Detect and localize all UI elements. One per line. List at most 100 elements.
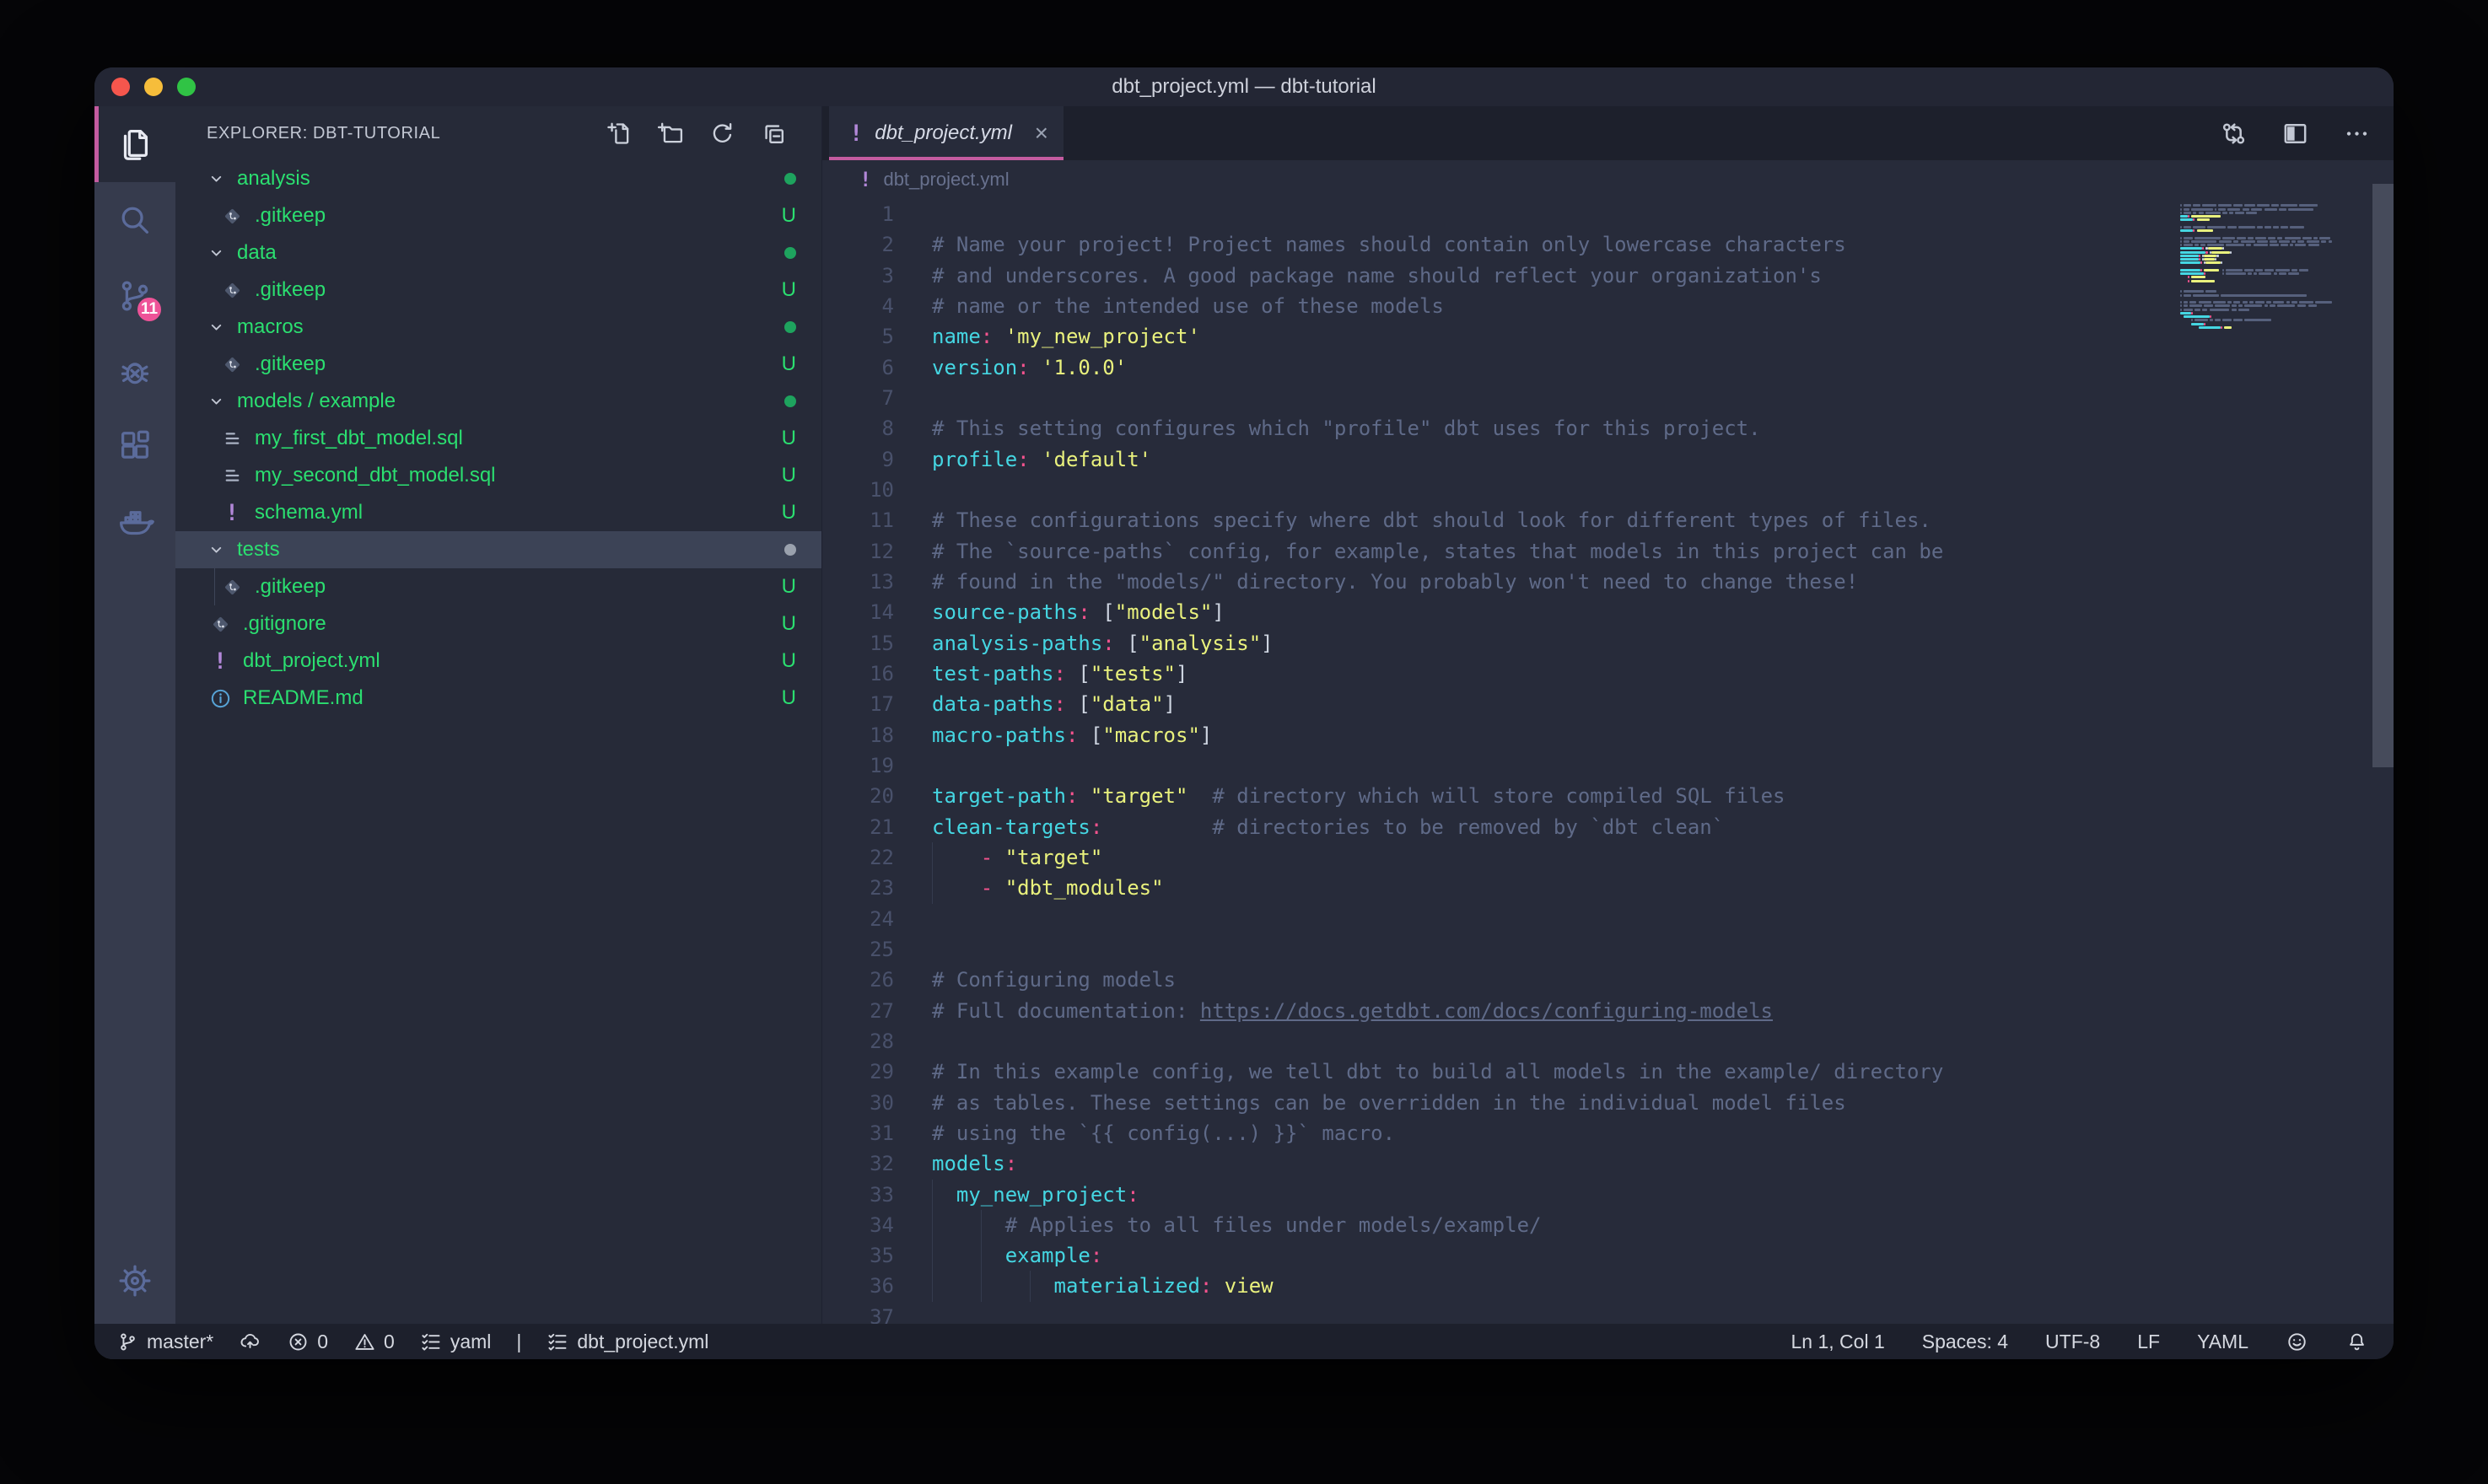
line-number: 17 (822, 689, 894, 719)
zoom-window-button[interactable] (177, 78, 196, 96)
code-text: - "dbt_modules" (932, 876, 1164, 900)
git-status-dot (784, 247, 796, 259)
tree-item-dbt-project-yml[interactable]: !dbt_project.ymlU (175, 643, 821, 680)
code-line-4: 4# name or the intended use of these mod… (822, 291, 2394, 321)
tree-item-label: .gitkeep (255, 352, 821, 376)
code-editor[interactable]: 12# Name your project! Project names sho… (822, 199, 2394, 1324)
activity-item-search[interactable] (94, 182, 175, 258)
editor-scrollbar[interactable] (2372, 184, 2394, 767)
status-yaml[interactable]: yaml (420, 1331, 492, 1353)
tree-item-data[interactable]: data (175, 234, 821, 272)
status-cloud-upload[interactable] (239, 1331, 261, 1353)
git-icon (219, 205, 245, 228)
code-text: example: (932, 1244, 1102, 1267)
tree-item--gitignore[interactable]: .gitignoreU (175, 605, 821, 643)
line-number: 34 (822, 1210, 894, 1240)
code-line-12: 12# The `source-paths` config, for examp… (822, 536, 2394, 567)
activity-item-debug[interactable] (94, 334, 175, 410)
checklist-icon (547, 1331, 569, 1353)
tree-item--gitkeep[interactable]: .gitkeepU (175, 197, 821, 234)
code-text: # using the `{{ config(...) }}` macro. (932, 1121, 1395, 1145)
tab-dbt-project-yml[interactable]: ! dbt_project.yml × (829, 106, 1064, 160)
more-actions-button[interactable] (2342, 119, 2372, 148)
chevron-down-icon (207, 245, 225, 262)
activity-item-explorer[interactable] (94, 106, 175, 182)
breadcrumb-file: dbt_project.yml (883, 169, 1009, 191)
tree-item-my-second-dbt-model-sql[interactable]: my_second_dbt_model.sqlU (175, 457, 821, 494)
tree-item--gitkeep[interactable]: .gitkeepU (175, 346, 821, 383)
activity-item-source-control[interactable]: 11 (94, 258, 175, 334)
line-number: 9 (822, 444, 894, 475)
breadcrumb[interactable]: ! dbt_project.yml (822, 160, 2394, 199)
status-0[interactable]: 0 (287, 1331, 328, 1353)
line-number: 13 (822, 567, 894, 597)
code-line-30: 30# as tables. These settings can be ove… (822, 1088, 2394, 1118)
line-number: 24 (822, 904, 894, 934)
tree-item--gitkeep[interactable]: .gitkeepU (175, 568, 821, 605)
git-untracked-badge: U (782, 612, 796, 636)
minimize-window-button[interactable] (144, 78, 163, 96)
line-number: 19 (822, 750, 894, 781)
status-master-[interactable]: master* (116, 1331, 213, 1353)
code-line-21: 21clean-targets: # directories to be rem… (822, 812, 2394, 842)
status-ln-1-col-1[interactable]: Ln 1, Col 1 (1791, 1331, 1885, 1353)
git-untracked-badge: U (782, 352, 796, 376)
status-spaces-4[interactable]: Spaces: 4 (1922, 1331, 2008, 1353)
code-text: # name or the intended use of these mode… (932, 294, 1444, 318)
new-folder-button[interactable] (657, 120, 685, 148)
code-line-13: 13# found in the "models/" directory. Yo… (822, 567, 2394, 597)
git-status-dot (784, 173, 796, 185)
dot (784, 173, 796, 185)
collapse-all-button[interactable] (760, 120, 788, 148)
status-lf[interactable]: LF (2137, 1331, 2160, 1353)
title-bar: dbt_project.yml — dbt-tutorial (94, 67, 2394, 106)
code-line-11: 11# These configurations specify where d… (822, 505, 2394, 535)
status-0[interactable]: 0 (353, 1331, 395, 1353)
modified-file-icon: ! (859, 168, 871, 191)
tree-item-tests[interactable]: tests (175, 531, 821, 568)
code-text: models: (932, 1152, 1017, 1175)
status-bell[interactable] (2345, 1331, 2368, 1353)
line-number: 6 (822, 352, 894, 383)
split-editor-button[interactable] (2281, 119, 2310, 148)
activity-item-extensions[interactable] (94, 410, 175, 486)
minimap[interactable] (2180, 201, 2353, 333)
tree-item-label: .gitignore (243, 612, 821, 636)
tree-item-models-example[interactable]: models / example (175, 383, 821, 420)
line-number: 5 (822, 321, 894, 352)
settings-icon (116, 1261, 154, 1300)
status-yaml[interactable]: YAML (2197, 1331, 2248, 1353)
close-tab-icon[interactable]: × (1035, 121, 1048, 145)
tree-item-my-first-dbt-model-sql[interactable]: my_first_dbt_model.sqlU (175, 420, 821, 457)
indent-guide (932, 1180, 933, 1210)
compare-changes-button[interactable] (2219, 119, 2248, 148)
code-line-37: 37 (822, 1302, 2394, 1324)
tree-item-schema-yml[interactable]: !schema.ymlU (175, 494, 821, 531)
close-window-button[interactable] (111, 78, 130, 96)
refresh-button[interactable] (708, 120, 736, 148)
tree-item--gitkeep[interactable]: .gitkeepU (175, 272, 821, 309)
line-number: 36 (822, 1271, 894, 1301)
tree-item-macros[interactable]: macros (175, 309, 821, 346)
minimap-line (2180, 330, 2353, 333)
dot (784, 247, 796, 259)
explorer-sidebar: EXPLORER: DBT-TUTORIAL analysis.gitkeepU… (175, 106, 822, 1324)
tree-item-readme-md[interactable]: README.mdU (175, 680, 821, 717)
code-text: materialized: view (932, 1274, 1274, 1298)
git-branch-icon (116, 1331, 139, 1353)
line-number: 32 (822, 1148, 894, 1179)
new-file-button[interactable] (606, 120, 633, 148)
code-line-18: 18macro-paths: ["macros"] (822, 720, 2394, 750)
search-icon (116, 201, 154, 239)
status-utf-8[interactable]: UTF-8 (2045, 1331, 2100, 1353)
git-status-dot (784, 395, 796, 407)
status-label: dbt_project.yml (577, 1331, 708, 1353)
line-number: 28 (822, 1026, 894, 1057)
status-smiley[interactable] (2286, 1331, 2308, 1353)
line-number: 25 (822, 934, 894, 965)
status-dbt-project-yml[interactable]: dbt_project.yml (547, 1331, 708, 1353)
tree-item-analysis[interactable]: analysis (175, 160, 821, 197)
activity-item-settings[interactable] (94, 1243, 175, 1319)
activity-item-docker[interactable] (94, 486, 175, 562)
source-control-badge: 11 (135, 295, 164, 324)
